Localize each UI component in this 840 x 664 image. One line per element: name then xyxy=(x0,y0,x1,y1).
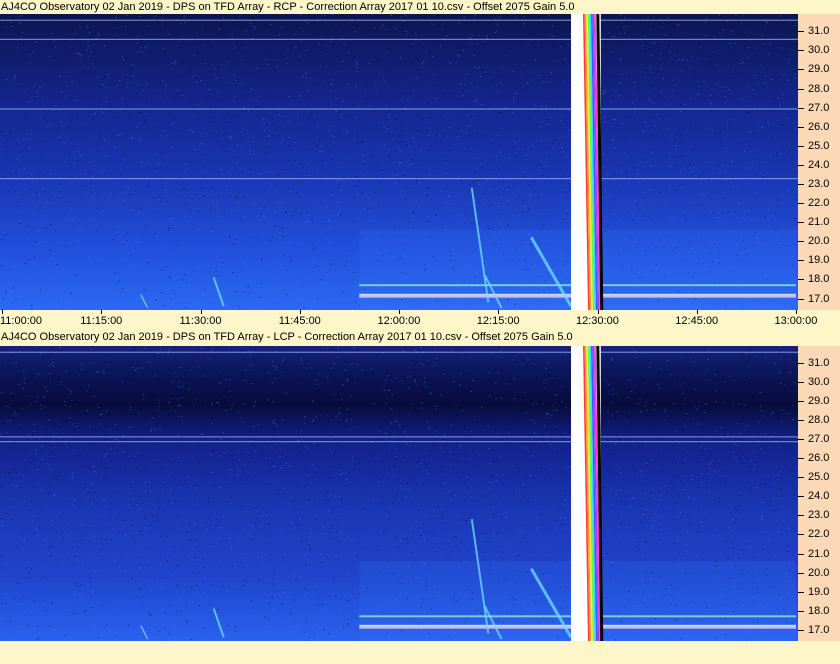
y-tick xyxy=(798,69,804,71)
y-tick-label: 31.0 xyxy=(808,357,830,370)
y-tick-label: 25.0 xyxy=(808,139,830,152)
y-tick xyxy=(798,572,804,574)
rcp-panel-title: AJ4CO Observatory 02 Jan 2019 - DPS on T… xyxy=(1,1,575,13)
y-tick-label: 21.0 xyxy=(808,547,830,560)
y-tick-label: 20.0 xyxy=(808,566,830,579)
y-tick-label: 22.0 xyxy=(808,528,830,541)
y-tick-label: 18.0 xyxy=(808,273,830,286)
spectrogram-window: { "chart_data": [ { "type": "heatmap", "… xyxy=(0,0,840,664)
time-axis: 11:00:00 11:15:00 11:30:00 11:45:00 12:00:00… xyxy=(0,310,840,330)
y-tick-label: 23.0 xyxy=(808,509,830,522)
x-tick-label: 11:30:00 xyxy=(179,315,222,327)
rcp-panel: AJ4CO Observatory 02 Jan 2019 - DPS on T… xyxy=(0,0,840,330)
y-tick xyxy=(798,553,804,555)
y-tick-label: 27.0 xyxy=(808,433,830,446)
y-tick-label: 30.0 xyxy=(808,44,830,57)
y-tick-label: 27.0 xyxy=(808,101,830,114)
y-tick xyxy=(798,88,804,90)
y-tick xyxy=(798,477,804,479)
lcp-panel-title: AJ4CO Observatory 02 Jan 2019 - DPS on T… xyxy=(1,331,573,343)
y-tick xyxy=(798,382,804,384)
y-tick-label: 18.0 xyxy=(808,604,830,617)
data-gap xyxy=(571,346,604,641)
y-tick xyxy=(798,591,804,593)
y-tick xyxy=(798,279,804,281)
y-tick-label: 17.0 xyxy=(808,292,830,305)
x-tick-label: 11:45:00 xyxy=(278,315,321,327)
y-tick-label: 29.0 xyxy=(808,395,830,408)
y-tick-label: 24.0 xyxy=(808,158,830,171)
y-tick xyxy=(798,610,804,612)
y-tick xyxy=(798,496,804,498)
y-tick-label: 19.0 xyxy=(808,254,830,267)
y-tick xyxy=(798,298,804,300)
y-tick xyxy=(798,164,804,166)
y-tick-label: 17.0 xyxy=(808,623,830,636)
y-tick-label: 30.0 xyxy=(808,376,830,389)
x-tick-label: 13:00:00 xyxy=(774,315,818,327)
y-tick-label: 28.0 xyxy=(808,414,830,427)
y-tick-label: 20.0 xyxy=(808,235,830,248)
y-tick-label: 28.0 xyxy=(808,82,830,95)
y-tick xyxy=(798,629,804,631)
lcp-spectrogram xyxy=(0,346,798,641)
x-tick-label: 11:15:00 xyxy=(80,315,123,327)
x-tick-label: 12:00:00 xyxy=(377,315,421,327)
y-tick-label: 19.0 xyxy=(808,585,830,598)
y-tick xyxy=(798,203,804,205)
y-tick xyxy=(798,50,804,52)
y-tick xyxy=(798,241,804,243)
y-tick xyxy=(798,145,804,147)
x-tick-label: 12:30:00 xyxy=(576,315,619,327)
y-tick xyxy=(798,184,804,185)
rcp-spectrogram-svg xyxy=(0,14,798,310)
y-tick-label: 23.0 xyxy=(808,178,830,190)
lcp-frequency-axis: 31.0 30.0 29.0 28.0 27.0 26.0 25.0 24.0 23.0 22.0… xyxy=(798,346,840,641)
y-tick xyxy=(798,107,804,109)
y-tick xyxy=(798,126,804,128)
lcp-spectrogram-svg xyxy=(0,346,798,641)
rcp-frequency-axis: 31.0 30.0 29.0 28.0 27.0 26.0 25.0 24.0 23.0 22.0… xyxy=(798,14,840,310)
y-tick xyxy=(798,31,804,33)
y-tick xyxy=(798,222,804,224)
y-tick-label: 29.0 xyxy=(808,63,830,76)
y-tick xyxy=(798,363,804,365)
x-tick-label: 12:15:00 xyxy=(476,315,520,327)
y-tick-label: 22.0 xyxy=(808,197,830,210)
rcp-spectrogram xyxy=(0,14,798,310)
y-tick-label: 26.0 xyxy=(808,452,830,465)
y-tick-label: 25.0 xyxy=(808,471,830,484)
status-strip xyxy=(0,641,840,664)
x-tick-label: 11:00:00 xyxy=(0,315,43,327)
data-gap xyxy=(571,14,604,310)
y-tick-label: 26.0 xyxy=(808,120,830,133)
y-tick xyxy=(798,401,804,403)
y-tick-label: 24.0 xyxy=(808,490,830,503)
y-tick xyxy=(798,534,804,536)
lcp-panel: AJ4CO Observatory 02 Jan 2019 - DPS on T… xyxy=(0,330,840,641)
y-tick xyxy=(798,420,804,422)
y-tick xyxy=(798,458,804,460)
y-tick-label: 31.0 xyxy=(808,25,830,38)
x-tick-label: 12:45:00 xyxy=(675,315,719,327)
y-tick xyxy=(798,515,804,517)
y-tick xyxy=(798,260,804,262)
y-tick xyxy=(798,439,804,441)
y-tick-label: 21.0 xyxy=(808,216,830,229)
